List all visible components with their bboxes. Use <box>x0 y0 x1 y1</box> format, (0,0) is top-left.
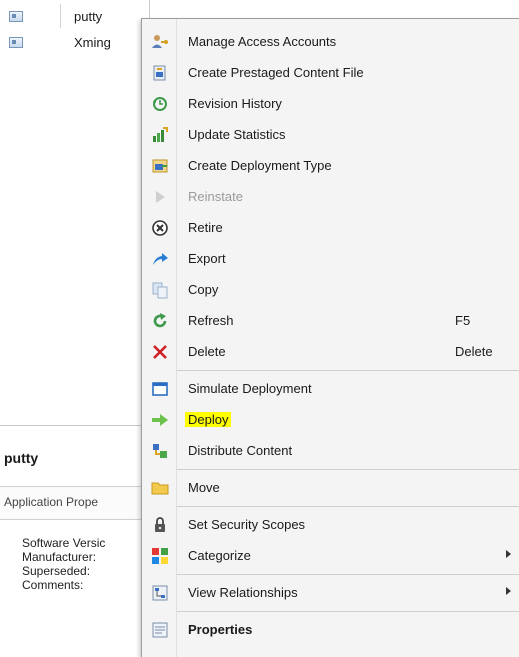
menu-item-create-deployment-type[interactable]: Create Deployment Type <box>142 151 519 181</box>
menu-item-label: Reinstate <box>188 189 243 204</box>
menu-item-label: Properties <box>188 622 253 637</box>
menu-item-refresh[interactable]: Refresh F5 <box>142 306 519 336</box>
copy-icon <box>151 281 169 299</box>
column-divider <box>60 4 61 28</box>
menu-item-label: Export <box>188 251 226 266</box>
menu-item-revision-history[interactable]: Revision History <box>142 89 519 119</box>
menu-item-label: Move <box>188 480 220 495</box>
list-item-name: Xming <box>74 34 111 50</box>
property-label: Manufacturer: <box>22 550 97 564</box>
menu-item-label: Revision History <box>188 96 282 111</box>
deploy-arrow-icon <box>151 411 169 429</box>
delete-x-icon <box>151 343 169 361</box>
menu-item-label: Refresh <box>188 313 234 328</box>
menu-item-label: Copy <box>188 282 219 297</box>
menu-separator <box>177 370 519 371</box>
menu-item-label: Manage Access Accounts <box>188 34 337 49</box>
application-icon <box>9 10 23 22</box>
categorize-icon <box>151 547 169 565</box>
menu-item-reinstate[interactable]: Reinstate <box>142 182 519 212</box>
menu-item-label: Delete <box>188 344 226 359</box>
property-label: Software Versic <box>22 536 106 550</box>
statistics-icon <box>151 126 169 144</box>
menu-item-manage-access-accounts[interactable]: Manage Access Accounts <box>142 27 519 57</box>
play-icon <box>151 188 169 206</box>
deployment-type-icon <box>151 157 169 175</box>
lock-icon <box>151 516 169 534</box>
details-title: putty <box>4 450 39 466</box>
folder-icon <box>151 479 169 497</box>
menu-separator <box>177 574 519 575</box>
menu-item-label: Retire <box>188 220 223 235</box>
refresh-icon <box>151 312 169 330</box>
user-key-icon <box>151 33 169 51</box>
menu-item-simulate-deployment[interactable]: Simulate Deployment <box>142 374 519 404</box>
property-label: Superseded: <box>22 564 91 578</box>
list-item[interactable]: Xming <box>0 30 150 54</box>
menu-item-categorize[interactable]: Categorize <box>142 541 519 571</box>
menu-separator <box>177 506 519 507</box>
menu-item-update-statistics[interactable]: Update Statistics <box>142 120 519 150</box>
context-menu: Manage Access Accounts Create Prestaged … <box>141 18 519 657</box>
menu-item-deploy[interactable]: Deploy <box>142 405 519 435</box>
menu-item-export[interactable]: Export <box>142 244 519 274</box>
menu-item-label: Create Deployment Type <box>188 158 332 173</box>
submenu-arrow-icon <box>506 550 511 558</box>
menu-item-label: Create Prestaged Content File <box>188 65 364 80</box>
menu-item-label: Simulate Deployment <box>188 381 312 396</box>
yellow-highlight: Deploy <box>185 412 232 427</box>
menu-separator <box>177 469 519 470</box>
menu-item-copy[interactable]: Copy <box>142 275 519 305</box>
menu-item-view-relationships[interactable]: View Relationships <box>142 578 519 608</box>
shortcut-label: Delete <box>455 344 493 359</box>
menu-item-label: Categorize <box>188 548 251 563</box>
menu-item-set-security-scopes[interactable]: Set Security Scopes <box>142 510 519 540</box>
prestaged-file-icon <box>151 64 169 82</box>
property-label: Comments: <box>22 578 84 592</box>
export-arrow-icon <box>151 250 169 268</box>
menu-item-distribute-content[interactable]: Distribute Content <box>142 436 519 466</box>
section-label: Application Prope <box>4 495 99 509</box>
window-icon <box>151 380 169 398</box>
history-icon <box>151 95 169 113</box>
menu-item-retire[interactable]: Retire <box>142 213 519 243</box>
distribute-icon <box>151 442 169 460</box>
application-icon <box>9 36 23 48</box>
relationships-icon <box>151 584 169 602</box>
application-properties-section[interactable]: Application Prope <box>0 486 150 520</box>
menu-item-delete[interactable]: Delete Delete <box>142 337 519 367</box>
list-item-name: putty <box>74 8 103 24</box>
retire-icon <box>151 219 169 237</box>
properties-list: Software Versic Manufacturer: Superseded… <box>22 536 142 592</box>
menu-item-properties[interactable]: Properties <box>142 615 519 645</box>
menu-item-label: Deploy <box>185 412 232 427</box>
properties-icon <box>151 621 169 639</box>
shortcut-label: F5 <box>455 313 471 328</box>
menu-separator <box>177 611 519 612</box>
menu-item-label: Set Security Scopes <box>188 517 306 532</box>
application-list: putty Xming <box>0 0 150 425</box>
menu-item-move[interactable]: Move <box>142 473 519 503</box>
list-item[interactable]: putty <box>0 4 150 28</box>
menu-item-create-prestaged-content-file[interactable]: Create Prestaged Content File <box>142 58 519 88</box>
submenu-arrow-icon <box>506 587 511 595</box>
menu-item-label: View Relationships <box>188 585 298 600</box>
menu-item-label: Distribute Content <box>188 443 293 458</box>
details-pane: putty Application Prope Software Versic … <box>0 425 150 657</box>
menu-item-label: Update Statistics <box>188 127 286 142</box>
